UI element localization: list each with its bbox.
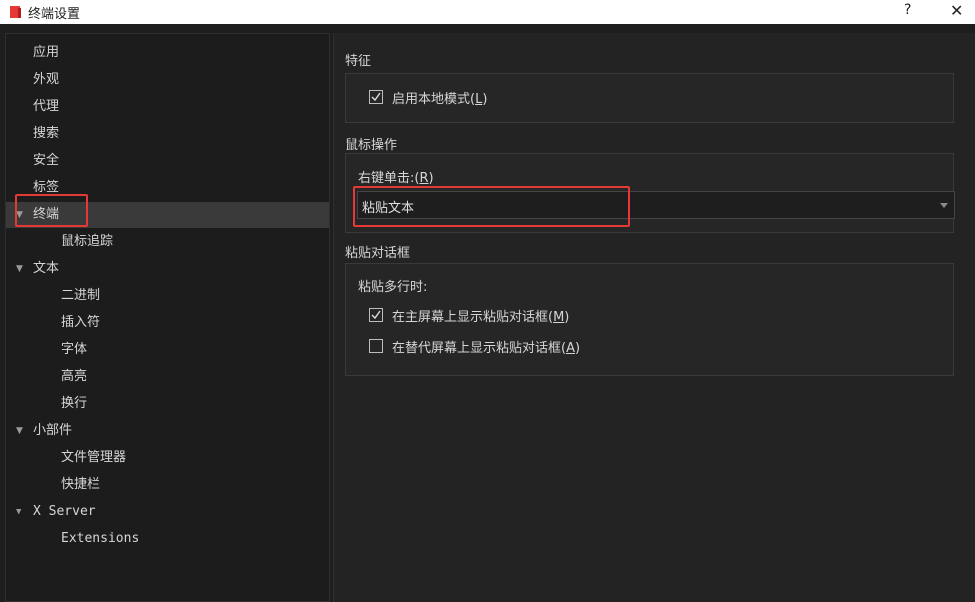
tree-item-proxy[interactable]: 代理 xyxy=(6,94,329,120)
checkmark-icon xyxy=(371,92,381,102)
tree-item-extensions[interactable]: Extensions xyxy=(6,526,329,552)
local-mode-checkbox[interactable] xyxy=(369,90,383,104)
expand-arrow-icon[interactable]: ▼ xyxy=(16,418,23,444)
tree-item-label: 外观 xyxy=(33,72,60,87)
section-title-features: 特征 xyxy=(345,54,372,69)
tree-item-font[interactable]: 字体 xyxy=(6,337,329,363)
paste-dialog-alternate-label[interactable]: 在替代屏幕上显示粘贴对话框(A) xyxy=(392,337,580,356)
right-click-label: 右键单击:(R) xyxy=(358,171,434,186)
title-bar: 终端设置 ? ✕ xyxy=(0,0,975,24)
app-icon xyxy=(10,6,21,18)
paste-dialog-primary-checkbox[interactable] xyxy=(369,308,383,322)
help-button[interactable]: ? xyxy=(904,2,911,18)
section-title-mouse: 鼠标操作 xyxy=(345,138,398,153)
tree-item-label: 鼠标追踪 xyxy=(61,234,114,249)
section-title-paste-dialog: 粘贴对话框 xyxy=(345,246,411,261)
tree-item-text[interactable]: ▼ 文本 xyxy=(6,256,329,282)
tree-item-mouse-tracking[interactable]: 鼠标追踪 xyxy=(6,229,329,255)
tree-item-appearance[interactable]: 外观 xyxy=(6,67,329,93)
tree-item-quickbar[interactable]: 快捷栏 xyxy=(6,472,329,498)
tree-item-label: 换行 xyxy=(61,396,88,411)
tree-item-label: 文件管理器 xyxy=(61,450,127,465)
settings-tree[interactable]: 应用 外观 代理 搜索 安全 标签 ▼ 终端 鼠标追踪 ▼ 文本 二进制 插入符… xyxy=(5,33,330,602)
close-icon[interactable]: ✕ xyxy=(950,1,963,20)
annotation-highlight-terminal xyxy=(15,194,88,227)
paste-dialog-group: 粘贴多行时: 在主屏幕上显示粘贴对话框(M) 在替代屏幕上显示粘贴对话框(A) xyxy=(345,263,954,376)
chevron-down-icon xyxy=(940,203,948,208)
paste-dialog-primary-label[interactable]: 在主屏幕上显示粘贴对话框(M) xyxy=(392,306,569,325)
tree-item-x-server[interactable]: ▼ X Server xyxy=(6,499,329,525)
tree-item-label: 二进制 xyxy=(61,288,101,303)
local-mode-label[interactable]: 启用本地模式(L) xyxy=(392,88,487,107)
tree-item-label: Extensions xyxy=(61,531,140,546)
paste-dialog-alternate-checkbox[interactable] xyxy=(369,339,383,353)
tree-item-security[interactable]: 安全 xyxy=(6,148,329,174)
tree-item-label: 字体 xyxy=(61,342,88,357)
window-title: 终端设置 xyxy=(28,7,81,22)
tree-item-label: 应用 xyxy=(33,45,60,60)
paste-multiline-label: 粘贴多行时: xyxy=(358,280,428,295)
tree-item-highlight[interactable]: 高亮 xyxy=(6,364,329,390)
annotation-highlight-right-click xyxy=(353,186,630,227)
tree-item-label: 代理 xyxy=(33,99,60,114)
tree-item-label: 文本 xyxy=(33,261,60,276)
checkmark-icon xyxy=(371,310,381,320)
expand-arrow-icon[interactable]: ▼ xyxy=(16,499,21,525)
tree-item-widgets[interactable]: ▼ 小部件 xyxy=(6,418,329,444)
tree-item-caret[interactable]: 插入符 xyxy=(6,310,329,336)
features-group: 启用本地模式(L) xyxy=(345,73,954,123)
expand-arrow-icon[interactable]: ▼ xyxy=(16,256,23,282)
tree-item-search[interactable]: 搜索 xyxy=(6,121,329,147)
tree-item-binary[interactable]: 二进制 xyxy=(6,283,329,309)
tree-item-label: 插入符 xyxy=(61,315,101,330)
tree-item-app[interactable]: 应用 xyxy=(6,40,329,66)
tree-item-label: X Server xyxy=(33,504,96,519)
tree-item-label: 高亮 xyxy=(61,369,88,384)
tree-item-label: 小部件 xyxy=(33,423,73,438)
tree-item-file-manager[interactable]: 文件管理器 xyxy=(6,445,329,471)
tree-item-label: 搜索 xyxy=(33,126,60,141)
tree-item-label: 快捷栏 xyxy=(61,477,101,492)
settings-panel: 特征 启用本地模式(L) 鼠标操作 右键单击:(R) 粘贴文本 粘贴对话框 粘贴… xyxy=(333,33,975,602)
tree-item-wrap[interactable]: 换行 xyxy=(6,391,329,417)
tree-item-label: 安全 xyxy=(33,153,60,168)
